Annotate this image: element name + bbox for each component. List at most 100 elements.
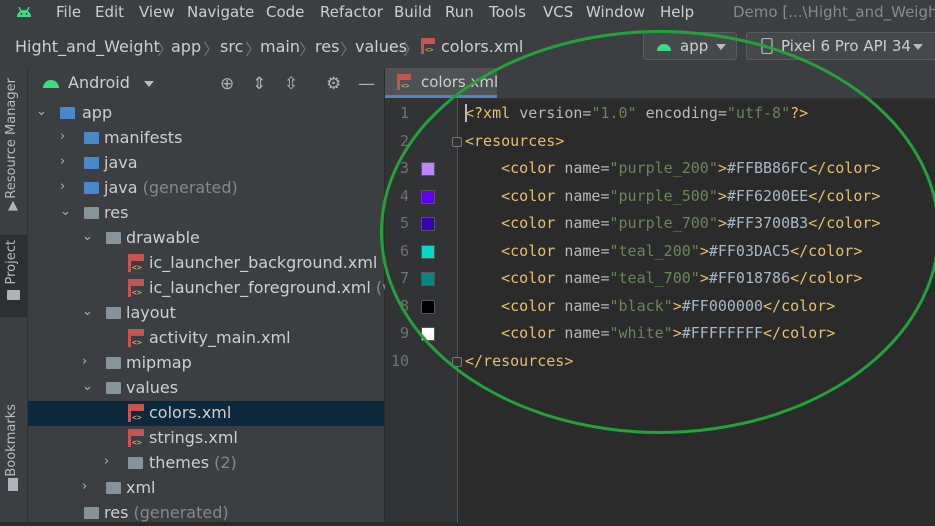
tree-item-colors-xml[interactable]: <> colors.xml	[28, 401, 384, 426]
project-tab[interactable]: Project	[4, 240, 19, 284]
code-token: </color>	[763, 324, 836, 342]
run-configuration-selector[interactable]: app	[643, 32, 737, 60]
tree-item-drawable[interactable]: ⌄ drawable	[28, 226, 384, 251]
tree-item-label: ic_launcher_foreground.xml (v24)	[149, 278, 418, 297]
chevron-right-icon[interactable]: ›	[60, 154, 65, 169]
chevron-down-icon[interactable]: ⌄	[82, 379, 93, 394]
tree-item-java[interactable]: › java	[28, 151, 384, 176]
tree-item-label: drawable	[126, 228, 200, 247]
chevron-right-icon[interactable]: ›	[60, 129, 65, 144]
menu-vcs[interactable]: VCS	[543, 3, 573, 21]
window-title: Demo [...\Hight_and_Weight	[733, 3, 935, 21]
menu-build[interactable]: Build	[394, 3, 432, 21]
svg-text:<>: <>	[425, 46, 433, 54]
chevron-right-icon[interactable]: ›	[104, 454, 109, 469]
code-token: #FF018786	[708, 269, 791, 287]
code-token: "purple_200"	[609, 159, 718, 177]
tree-item-ic-launcher-foreground[interactable]: <> ic_launcher_foreground.xml (v24)	[28, 276, 418, 301]
fold-marker-icon[interactable]	[452, 136, 462, 147]
svg-text:<>: <>	[132, 438, 142, 447]
tree-item-values[interactable]: ⌄ values	[28, 376, 384, 401]
line-number: 1	[399, 104, 409, 122]
code-line: <color name="purple_500">#FF6200EE</colo…	[465, 187, 880, 205]
line-number: 7	[399, 269, 409, 287]
breadcrumb-values[interactable]: values	[355, 37, 407, 56]
breadcrumb-main[interactable]: main	[260, 37, 300, 56]
xml-file-icon: <>	[128, 429, 144, 447]
code-token: #FF000000	[681, 296, 764, 315]
tab-label: colors.xml	[421, 73, 499, 91]
expand-all-icon[interactable]: ⇕	[252, 74, 266, 94]
menu-edit[interactable]: Edit	[95, 3, 124, 21]
tree-item-mipmap[interactable]: › mipmap	[28, 351, 384, 376]
tree-item-app[interactable]: ⌄ app	[28, 101, 384, 126]
chevron-down-icon[interactable]: ⌄	[82, 229, 93, 244]
breadcrumb-colors-xml[interactable]: colors.xml	[441, 37, 523, 56]
tree-item-res[interactable]: ⌄ res	[28, 201, 384, 226]
menu-file[interactable]: File	[56, 3, 81, 21]
code-token: </color>	[808, 214, 881, 232]
code-editor[interactable]: <?xml version="1.0" encoding="utf-8"?> <r…	[465, 99, 935, 522]
color-swatch-icon[interactable]	[421, 217, 435, 231]
menu-run[interactable]: Run	[445, 3, 474, 21]
tree-item-layout[interactable]: ⌄ layout	[28, 301, 384, 326]
locate-file-icon[interactable]: ⊕	[220, 74, 234, 94]
code-token: "purple_700"	[609, 214, 718, 232]
menu-view[interactable]: View	[139, 3, 175, 21]
line-number: 3	[399, 159, 409, 177]
color-swatch-icon[interactable]	[421, 272, 435, 286]
folder-icon	[7, 290, 20, 300]
svg-text:<>: <>	[132, 288, 142, 297]
color-swatch-icon[interactable]	[421, 327, 435, 341]
chevron-right-icon[interactable]: ›	[82, 479, 87, 494]
color-swatch-icon[interactable]	[421, 244, 435, 259]
tree-item-label: manifests	[104, 128, 183, 147]
tree-item-ic-launcher-background[interactable]: <> ic_launcher_background.xml	[28, 251, 384, 276]
breadcrumb-src[interactable]: src	[220, 37, 243, 56]
color-swatch-icon[interactable]	[421, 299, 435, 314]
tree-item-themes[interactable]: › themes (2)	[28, 451, 384, 476]
line-number: 6	[399, 241, 409, 260]
breadcrumb-app[interactable]: app	[171, 37, 201, 56]
code-token: name	[564, 241, 601, 260]
chevron-down-icon[interactable]: ⌄	[60, 204, 71, 219]
hide-panel-icon[interactable]: —	[358, 74, 375, 94]
fold-marker-icon[interactable]	[452, 356, 462, 367]
menu-help[interactable]: Help	[660, 3, 694, 21]
color-swatch-icon[interactable]	[421, 162, 435, 176]
tree-item-activity-main[interactable]: <> activity_main.xml	[28, 326, 384, 351]
device-selector[interactable]: Pixel 6 Pro API 34	[746, 32, 935, 60]
resource-manager-tab[interactable]: Resource Manager	[4, 78, 19, 199]
tree-item-strings-xml[interactable]: <> strings.xml	[28, 426, 384, 451]
tree-item-java-generated[interactable]: › java (generated)	[28, 176, 384, 201]
color-swatch-icon[interactable]	[421, 189, 435, 204]
tree-item-xml[interactable]: › xml	[28, 476, 384, 501]
menu-code[interactable]: Code	[266, 3, 304, 21]
project-view-selector[interactable]: Android	[68, 73, 130, 92]
chevron-right-icon[interactable]: ›	[82, 354, 87, 369]
collapse-all-icon[interactable]: ⇳	[284, 74, 298, 94]
tree-item-label: strings.xml	[149, 428, 238, 447]
bookmarks-tab[interactable]: Bookmarks	[4, 404, 19, 477]
breadcrumb-project[interactable]: Hight_and_Weight	[15, 37, 160, 56]
chevron-down-icon[interactable]: ⌄	[36, 104, 47, 119]
menu-refactor[interactable]: Refactor	[320, 3, 383, 21]
breadcrumb-res[interactable]: res	[315, 37, 339, 56]
chevron-right-icon[interactable]: ›	[60, 179, 65, 194]
tree-item-manifests[interactable]: › manifests	[28, 126, 384, 151]
code-token: name	[564, 269, 601, 287]
code-token: </color>	[790, 241, 863, 260]
chevron-down-icon[interactable]: ⌄	[82, 304, 93, 319]
code-token: <resources>	[465, 131, 565, 150]
chevron-down-icon	[716, 44, 726, 50]
project-panel-header: Android ⊕ ⇕ ⇳ ⚙ —	[28, 68, 384, 98]
tab-colors-xml[interactable]: <> colors.xml	[385, 68, 499, 98]
menu-tools[interactable]: Tools	[489, 3, 526, 21]
menu-navigate[interactable]: Navigate	[187, 3, 254, 21]
gear-icon[interactable]: ⚙	[326, 74, 341, 94]
tree-item-res-generated[interactable]: res (generated)	[28, 501, 384, 526]
menu-window[interactable]: Window	[586, 3, 645, 21]
chevron-down-icon[interactable]	[144, 81, 154, 87]
